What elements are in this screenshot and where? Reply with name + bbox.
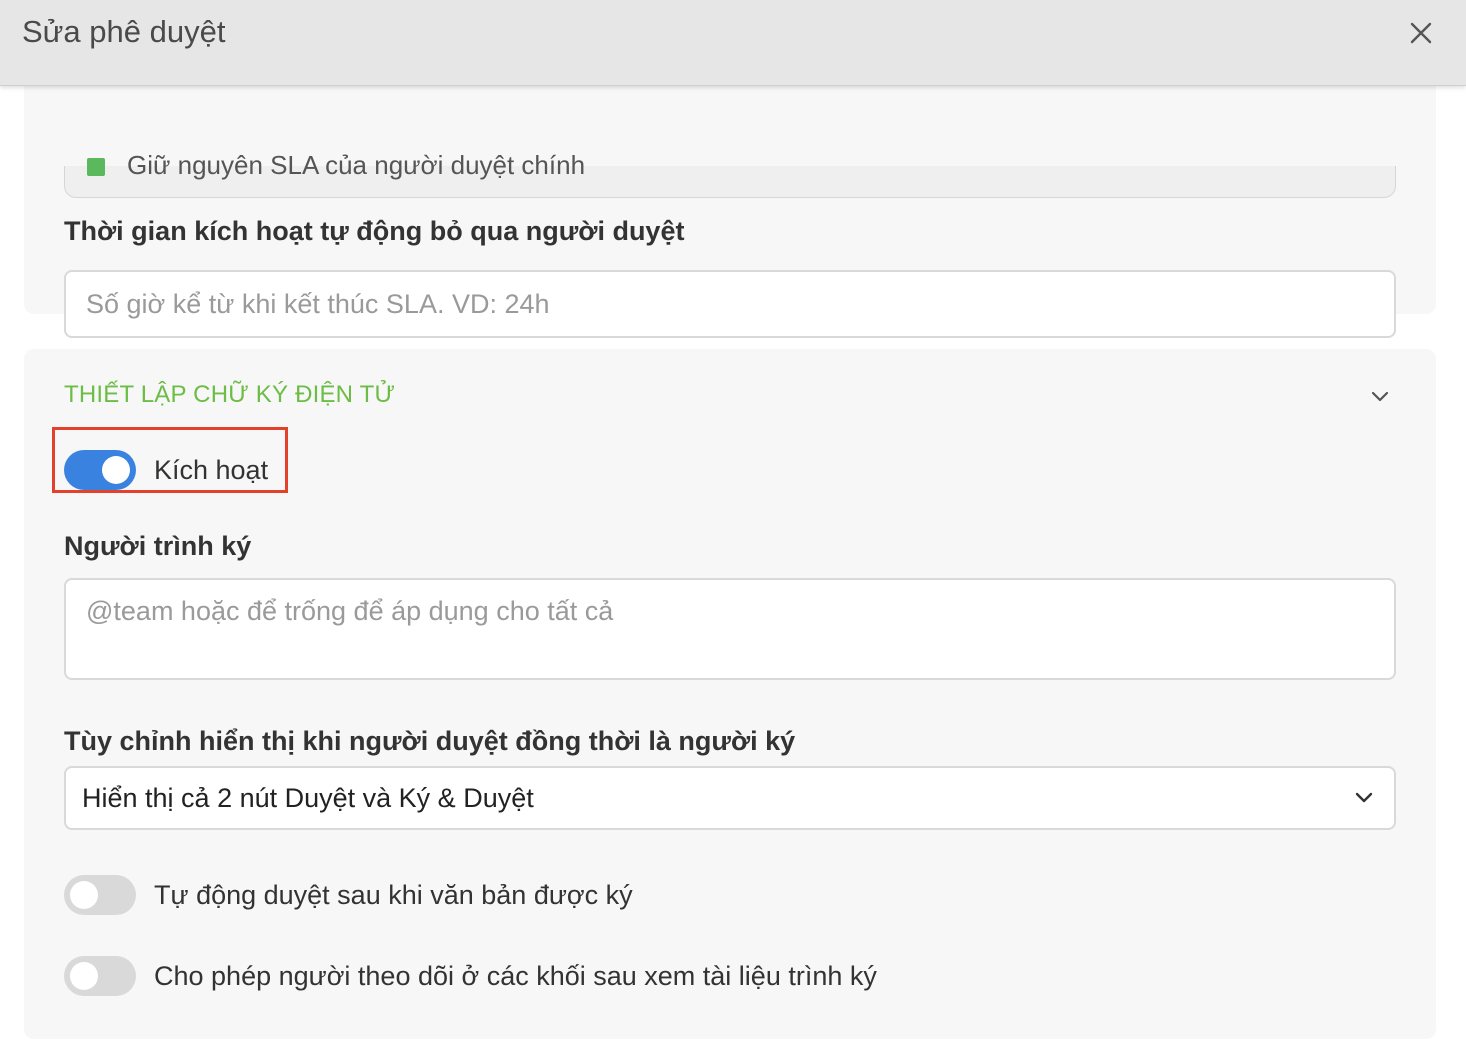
submitter-label: Người trình ký	[64, 531, 252, 561]
close-icon	[1410, 22, 1432, 44]
checkbox-checked-icon[interactable]	[87, 158, 105, 176]
keep-sla-option[interactable]: Giữ nguyên SLA của người duyệt chính	[64, 150, 1396, 198]
submitter-input[interactable]	[64, 578, 1396, 680]
toggle-knob	[102, 456, 130, 484]
collapse-button[interactable]	[1364, 383, 1396, 411]
dialog-title: Sửa phê duyệt	[22, 14, 226, 49]
activate-label: Kích hoạt	[154, 455, 269, 485]
close-button[interactable]	[1402, 16, 1440, 50]
toggle-knob	[70, 962, 98, 990]
followers-view-toggle[interactable]	[64, 956, 136, 996]
section-title: THIẾT LẬP CHỮ KÝ ĐIỆN TỬ	[64, 381, 396, 408]
display-select-value: Hiển thị cả 2 nút Duyệt và Ký & Duyệt	[82, 783, 534, 813]
chevron-down-icon	[1350, 786, 1378, 810]
keep-sla-label: Giữ nguyên SLA của người duyệt chính	[127, 150, 586, 180]
display-label: Tùy chỉnh hiển thị khi người duyệt đồng …	[64, 726, 796, 756]
esign-card: THIẾT LẬP CHỮ KÝ ĐIỆN TỬ Kích hoạt Người…	[24, 349, 1436, 1039]
auto-approve-label: Tự động duyệt sau khi văn bản được ký	[154, 880, 633, 910]
followers-view-label: Cho phép người theo dõi ở các khối sau x…	[154, 961, 877, 991]
sla-card: Giữ nguyên SLA của người duyệt chính Thờ…	[24, 86, 1436, 338]
display-select[interactable]: Hiển thị cả 2 nút Duyệt và Ký & Duyệt	[64, 766, 1396, 830]
dialog-body[interactable]: Giữ nguyên SLA của người duyệt chính Thờ…	[0, 86, 1466, 1048]
dialog-header: Sửa phê duyệt	[0, 0, 1466, 86]
auto-approve-toggle[interactable]	[64, 875, 136, 915]
auto-skip-hours-input[interactable]	[64, 270, 1396, 338]
auto-skip-label: Thời gian kích hoạt tự động bỏ qua người…	[64, 216, 685, 246]
activate-toggle[interactable]	[64, 450, 136, 490]
toggle-knob	[70, 881, 98, 909]
chevron-down-icon	[1371, 391, 1389, 402]
